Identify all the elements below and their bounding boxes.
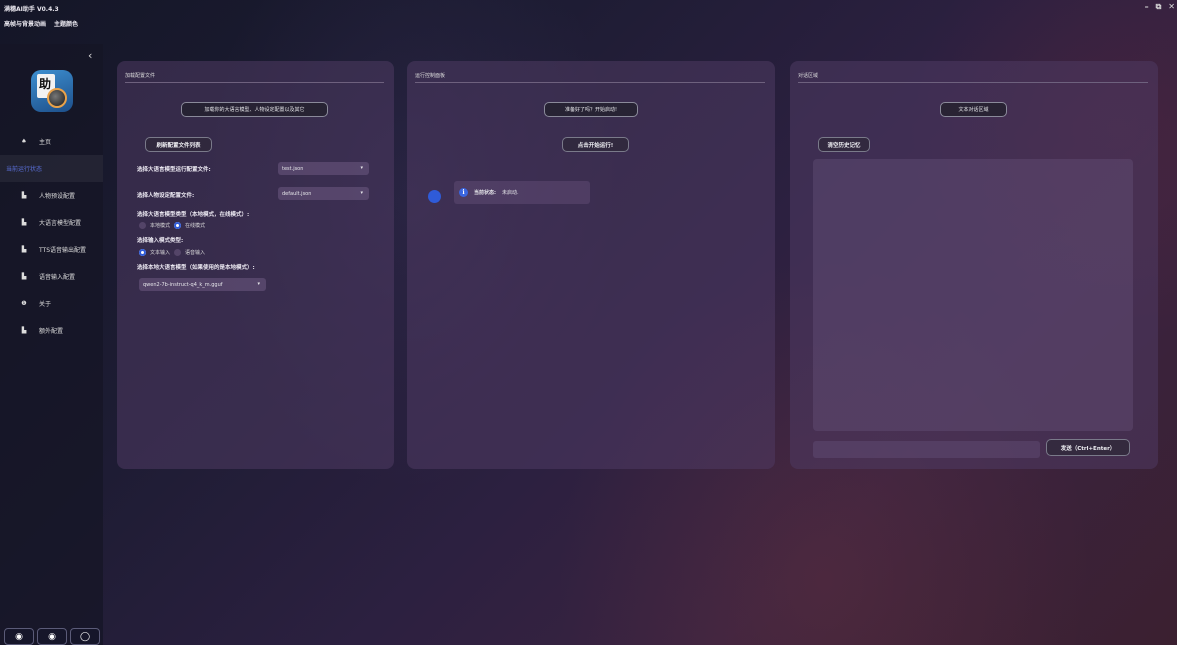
info-icon: i — [459, 188, 468, 197]
title-bar: 满穗AI助手 V0.4.3 高帧与背景动画 主题颜色 – ⧉ ✕ — [0, 0, 1177, 28]
local-model-select[interactable]: qwen2-7b-instruct-q4_k_m.gguf ▾ — [139, 278, 266, 291]
status-indicator — [428, 190, 441, 203]
sidebar: ‹ 助 ♠ 主页 当前运行状态 ▙ 人物预设配置 ▙ 大语言模型配置 ▙ TTS… — [0, 44, 103, 645]
start-run-button[interactable]: 点击开始运行! — [562, 137, 629, 152]
chat-button[interactable]: ◉ — [37, 628, 67, 645]
model-type-label: 选择大语言模型类型（本地模式，在线模式）: — [137, 212, 250, 218]
restore-icon[interactable]: ⧉ — [1156, 2, 1162, 12]
document-icon: ▙ — [21, 273, 27, 280]
menu-animation[interactable]: 高帧与背景动画 — [4, 19, 46, 28]
chat-input[interactable] — [813, 441, 1040, 458]
sidebar-item-llm[interactable]: ▙ 大语言模型配置 — [0, 209, 103, 236]
chevron-down-icon: ▾ — [360, 165, 363, 171]
document-icon: ▙ — [21, 192, 27, 199]
sidebar-item-about[interactable]: ❶ 关于 — [0, 290, 103, 317]
divider — [125, 82, 384, 83]
panel-title: 对话区域 — [798, 73, 819, 79]
sidebar-item-tts[interactable]: ▙ TTS语音输出配置 — [0, 236, 103, 263]
persona-config-label: 选择人物设定配置文件: — [137, 193, 195, 199]
persona-config-select[interactable]: default.json ▾ — [278, 187, 369, 200]
chat-hint-badge: 文本对话区域 — [940, 102, 1007, 117]
chat-history[interactable] — [813, 159, 1133, 431]
config-hint-badge: 加载你的大语言模型、人物设定配置以及其它 — [181, 102, 328, 117]
radio-text-input[interactable] — [139, 249, 146, 256]
sidebar-item-home[interactable]: ♠ 主页 — [0, 128, 103, 155]
model-type-radio-group: 本地模式 在线模式 — [139, 222, 205, 229]
sidebar-item-extra[interactable]: ▙ 额外配置 — [0, 317, 103, 344]
document-icon: ▙ — [21, 219, 27, 226]
discord-icon: ◉ — [15, 631, 23, 642]
sidebar-item-label: 大语言模型配置 — [39, 220, 82, 227]
control-hint-badge: 准备好了吗？开始启动! — [544, 102, 638, 117]
sidebar-item-label: 当前运行状态 — [6, 166, 43, 173]
app-logo: 助 — [31, 70, 73, 112]
llm-config-label: 选择大语言模型运行配置文件: — [137, 167, 211, 173]
input-mode-label: 选择输入模式类型: — [137, 238, 184, 244]
top-menu: 高帧与背景动画 主题颜色 — [4, 19, 78, 28]
sidebar-footer: ◉ ◉ ◯ — [4, 628, 100, 645]
sidebar-item-label: 人物预设配置 — [39, 193, 76, 200]
sidebar-item-label: 额外配置 — [39, 328, 64, 335]
sidebar-nav: ♠ 主页 当前运行状态 ▙ 人物预设配置 ▙ 大语言模型配置 ▙ TTS语音输出… — [0, 128, 103, 344]
sidebar-item-label: 关于 — [39, 301, 52, 308]
chat-icon: ◉ — [48, 631, 56, 642]
home-icon: ♠ — [21, 138, 27, 145]
document-icon: ▙ — [21, 246, 27, 253]
document-icon: ▙ — [21, 327, 27, 334]
llm-config-select[interactable]: test.json ▾ — [278, 162, 369, 175]
sidebar-item-voice-input[interactable]: ▙ 语音输入配置 — [0, 263, 103, 290]
divider — [415, 82, 765, 83]
input-mode-radio-group: 文本输入 语音输入 — [139, 249, 205, 256]
panel-title: 运行控制面板 — [415, 73, 446, 79]
status-key: 当前状态: — [474, 190, 496, 196]
chevron-down-icon: ▾ — [360, 190, 363, 196]
local-model-label: 选择本地大语言模型（如果使用的是本地模式）: — [137, 265, 255, 271]
info-icon: ❶ — [21, 300, 27, 307]
radio-local-mode[interactable] — [139, 222, 146, 229]
sidebar-item-label: TTS语音输出配置 — [39, 247, 87, 254]
sidebar-item-persona[interactable]: ▙ 人物预设配置 — [0, 182, 103, 209]
window-controls: – ⧉ ✕ — [1145, 2, 1175, 12]
refresh-config-button[interactable]: 刷新配置文件列表 — [145, 137, 212, 152]
divider — [798, 82, 1148, 83]
discord-button[interactable]: ◉ — [4, 628, 34, 645]
sidebar-item-label: 语音输入配置 — [39, 274, 76, 281]
github-icon: ◯ — [79, 631, 91, 642]
chevron-down-icon: ▾ — [257, 281, 260, 287]
github-button[interactable]: ◯ — [70, 628, 100, 645]
status-value: 未启动. — [502, 190, 519, 196]
radio-online-mode[interactable] — [174, 222, 182, 229]
send-button[interactable]: 发送（Ctrl+Enter） — [1046, 439, 1130, 456]
radio-voice-input[interactable] — [174, 249, 182, 256]
clear-history-button[interactable]: 清空历史记忆 — [818, 137, 870, 152]
control-panel: 运行控制面板 准备好了吗？开始启动! 点击开始运行! i 当前状态: 未启动. — [407, 61, 775, 469]
collapse-sidebar-icon[interactable]: ‹ — [88, 49, 92, 62]
minimize-icon[interactable]: – — [1145, 2, 1149, 12]
close-icon[interactable]: ✕ — [1168, 2, 1175, 12]
app-title: 满穗AI助手 V0.4.3 — [4, 6, 59, 13]
menu-theme-color[interactable]: 主题颜色 — [54, 19, 78, 28]
status-box: i 当前状态: 未启动. — [454, 181, 590, 204]
sidebar-item-label: 主页 — [39, 139, 52, 146]
config-panel: 加载配置文件 加载你的大语言模型、人物设定配置以及其它 刷新配置文件列表 选择大… — [117, 61, 394, 469]
chat-panel: 对话区域 文本对话区域 清空历史记忆 发送（Ctrl+Enter） — [790, 61, 1158, 469]
sidebar-item-run-status[interactable]: 当前运行状态 — [0, 155, 103, 182]
panel-title: 加载配置文件 — [125, 73, 156, 79]
